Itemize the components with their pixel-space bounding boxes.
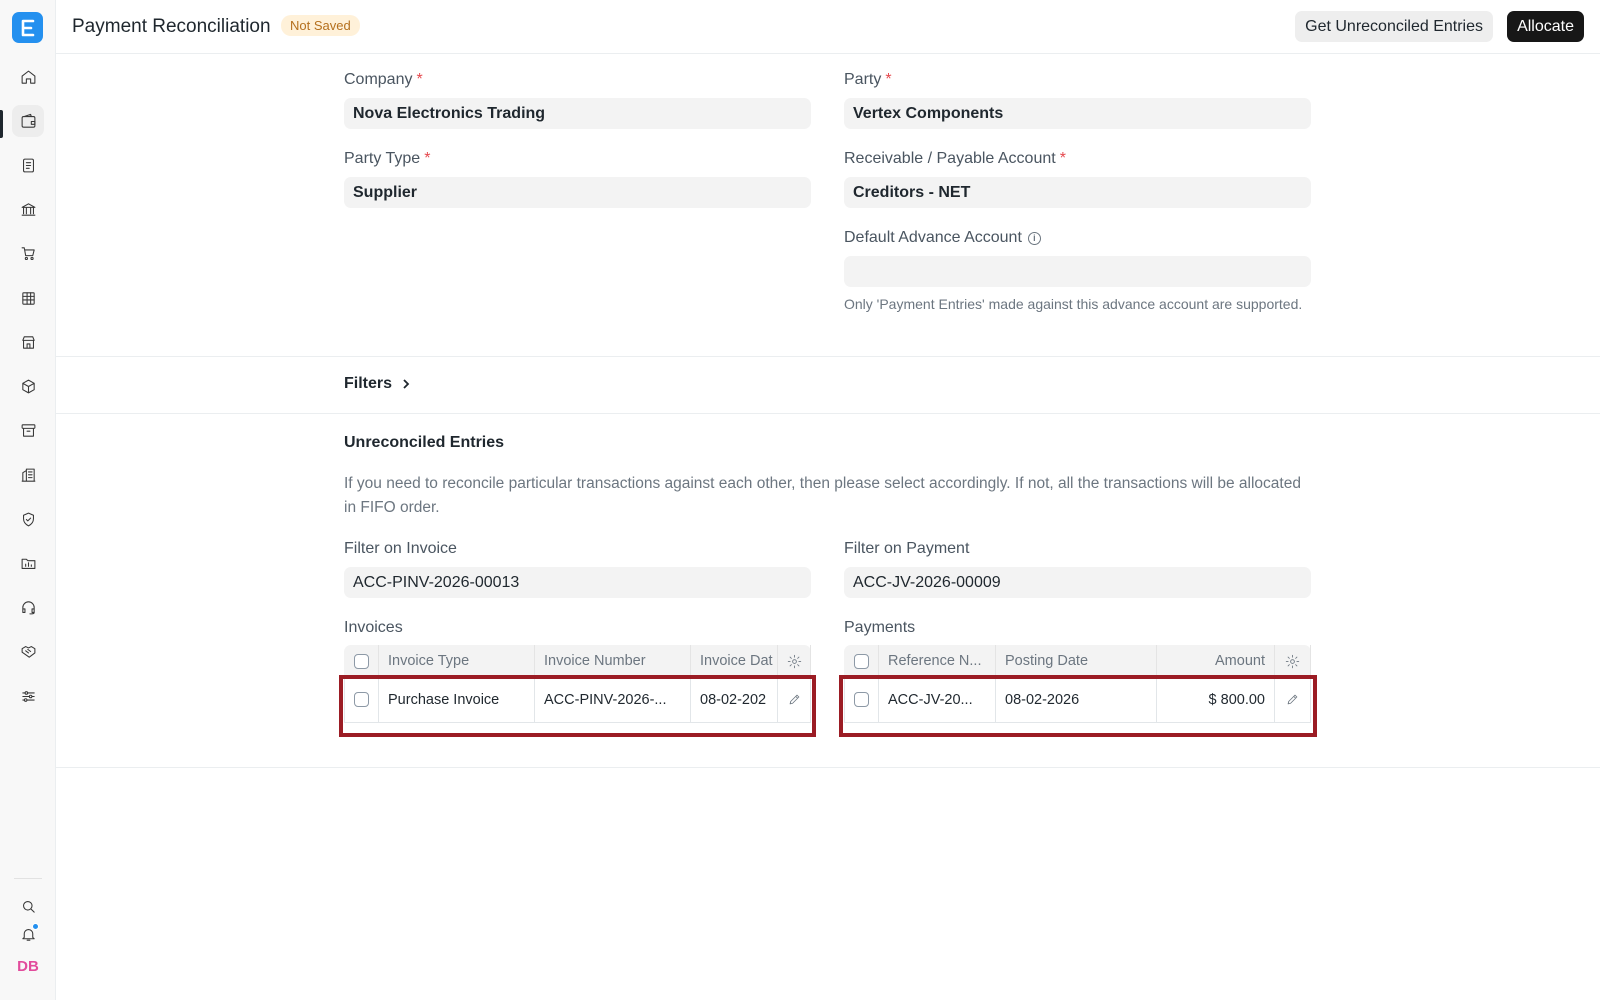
sidebar-item-home[interactable] (12, 61, 44, 93)
column-header-invoice-type[interactable]: Invoice Type (379, 645, 535, 677)
sidebar-item-selling[interactable] (12, 326, 44, 358)
get-unreconciled-entries-button[interactable]: Get Unreconciled Entries (1295, 11, 1493, 42)
sidebar-item-settings[interactable] (12, 680, 44, 712)
user-avatar[interactable]: DB (14, 958, 42, 982)
search-button[interactable] (16, 894, 40, 918)
unreconciled-entries-title: Unreconciled Entries (344, 434, 505, 451)
required-marker: * (416, 71, 423, 88)
sidebar-item-assets[interactable] (12, 414, 44, 446)
sidebar-item-projects[interactable] (12, 547, 44, 579)
section-divider (56, 356, 1600, 357)
filter-on-payment-label: Filter on Payment (844, 540, 970, 557)
payments-label: Payments (844, 619, 916, 636)
gear-icon[interactable] (787, 654, 802, 669)
select-all-checkbox[interactable] (853, 653, 869, 669)
erpnext-logo-icon (21, 19, 34, 36)
party-field[interactable]: Vertex Components (844, 98, 1311, 129)
notifications-button[interactable] (16, 922, 40, 946)
invoice-row-highlight (339, 675, 816, 737)
filter-on-invoice-field[interactable]: ACC-PINV-2026-00013 (344, 567, 811, 598)
payments-table-header: Reference N... Posting Date Amount (844, 645, 1311, 677)
cart-icon (21, 246, 35, 260)
column-header-amount[interactable]: Amount (1157, 645, 1275, 677)
column-settings-cell (778, 645, 811, 677)
sidebar-item-documents[interactable] (12, 149, 44, 181)
section-divider (56, 767, 1600, 768)
active-indicator (0, 110, 3, 138)
invoices-table-header: Invoice Type Invoice Number Invoice Dat (344, 645, 811, 677)
shield-icon (22, 512, 34, 526)
company-label: Company * (344, 71, 423, 88)
select-all-cell (344, 645, 379, 677)
default-advance-account-label: Default Advance Account i (844, 229, 1041, 247)
party-type-field[interactable]: Supplier (344, 177, 811, 208)
sidebar: DB (0, 0, 56, 1000)
document-icon (22, 158, 34, 172)
package-icon (21, 379, 35, 393)
default-advance-account-help: Only 'Payment Entries' made against this… (844, 296, 1303, 312)
home-icon (21, 70, 35, 84)
unreconciled-entries-description: If you need to reconcile particular tran… (344, 475, 1301, 516)
sidebar-item-manufacturing[interactable] (12, 459, 44, 491)
table-icon (21, 291, 35, 305)
wallet-icon (21, 113, 35, 128)
headset-icon (21, 600, 35, 614)
sidebar-item-bank[interactable] (12, 193, 44, 225)
sidebar-item-crm[interactable] (12, 635, 44, 667)
building-icon (21, 468, 35, 482)
sidebar-item-stock[interactable] (12, 370, 44, 402)
invoices-label: Invoices (344, 619, 403, 636)
gear-icon[interactable] (1285, 654, 1300, 669)
select-all-cell (844, 645, 879, 677)
company-field[interactable]: Nova Electronics Trading (344, 98, 811, 129)
handshake-icon (21, 645, 35, 658)
sidebar-item-accounting[interactable] (12, 105, 44, 137)
sidebar-item-table[interactable] (12, 282, 44, 314)
section-divider (56, 413, 1600, 414)
required-marker: * (424, 150, 431, 167)
party-label: Party * (844, 71, 892, 88)
sidebar-item-support[interactable] (12, 591, 44, 623)
archive-icon (21, 423, 35, 437)
column-settings-cell (1275, 645, 1311, 677)
search-icon (22, 900, 35, 913)
column-header-reference-name[interactable]: Reference N... (879, 645, 996, 677)
column-header-posting-date[interactable]: Posting Date (996, 645, 1157, 677)
party-type-label: Party Type * (344, 150, 431, 167)
select-all-checkbox[interactable] (353, 653, 369, 669)
receivable-payable-account-label: Receivable / Payable Account * (844, 150, 1066, 167)
filters-toggle[interactable]: Filters (344, 375, 412, 393)
receivable-payable-account-field[interactable]: Creditors - NET (844, 177, 1311, 208)
column-header-invoice-number[interactable]: Invoice Number (535, 645, 691, 677)
allocate-button[interactable]: Allocate (1507, 11, 1584, 42)
page-header: Payment Reconciliation Not Saved Get Unr… (56, 0, 1600, 54)
column-header-invoice-date[interactable]: Invoice Dat (691, 645, 778, 677)
chevron-right-icon (403, 379, 410, 389)
filters-label: Filters (344, 375, 393, 392)
required-marker: * (885, 71, 892, 88)
required-marker: * (1059, 150, 1066, 167)
status-badge: Not Saved (281, 15, 360, 36)
notification-dot (32, 923, 39, 930)
page-title: Payment Reconciliation (72, 16, 271, 37)
sidebar-item-buying[interactable] (12, 237, 44, 269)
filter-on-payment-field[interactable]: ACC-JV-2026-00009 (844, 567, 1311, 598)
bank-icon (21, 202, 35, 216)
sidebar-divider (14, 878, 42, 879)
sliders-icon (21, 690, 35, 702)
default-advance-account-field[interactable] (844, 256, 1311, 287)
folder-chart-icon (21, 558, 35, 569)
sidebar-item-quality[interactable] (12, 503, 44, 535)
store-icon (21, 335, 35, 349)
filter-on-invoice-label: Filter on Invoice (344, 540, 457, 557)
info-icon[interactable]: i (1027, 232, 1041, 245)
payment-row-highlight (839, 675, 1317, 737)
app-logo[interactable] (12, 12, 43, 43)
